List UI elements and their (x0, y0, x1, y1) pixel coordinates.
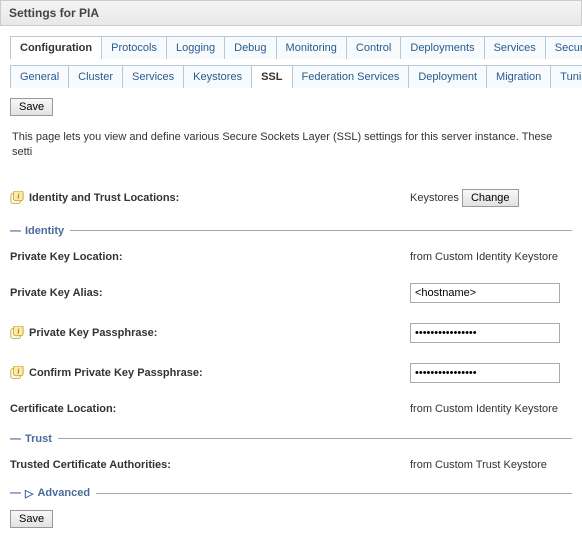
main-tab-row: ConfigurationProtocolsLoggingDebugMonito… (10, 36, 572, 59)
confirm-passphrase-label: Confirm Private Key Passphrase: (29, 367, 203, 379)
section-identity-label: Identity (25, 225, 64, 237)
tab-debug[interactable]: Debug (224, 36, 276, 59)
private-key-alias-label: Private Key Alias: (10, 287, 103, 299)
tab-monitoring[interactable]: Monitoring (276, 36, 347, 59)
subtab-tuning[interactable]: Tuning (550, 65, 582, 88)
advanced-label: Advanced (37, 487, 90, 499)
svg-text:i: i (17, 367, 19, 375)
info-icon: i (10, 366, 24, 380)
subtab-migration[interactable]: Migration (486, 65, 551, 88)
tab-logging[interactable]: Logging (166, 36, 225, 59)
private-key-passphrase-label: Private Key Passphrase: (29, 327, 157, 339)
subtab-general[interactable]: General (10, 65, 69, 88)
tab-services[interactable]: Services (484, 36, 546, 59)
private-key-alias-input[interactable] (410, 283, 560, 303)
sub-tab-row: GeneralClusterServicesKeystoresSSLFedera… (10, 65, 572, 88)
subtab-federation-services[interactable]: Federation Services (292, 65, 410, 88)
section-trust: —Trust (10, 433, 572, 445)
subtab-ssl[interactable]: SSL (251, 65, 292, 88)
change-button[interactable]: Change (462, 189, 519, 207)
tab-security[interactable]: Security (545, 36, 582, 59)
subtab-deployment[interactable]: Deployment (408, 65, 487, 88)
info-icon: i (10, 191, 24, 205)
section-trust-label: Trust (25, 433, 52, 445)
subtab-keystores[interactable]: Keystores (183, 65, 252, 88)
subtab-cluster[interactable]: Cluster (68, 65, 123, 88)
save-button-bottom[interactable]: Save (10, 510, 53, 528)
private-key-location-label: Private Key Location: (10, 251, 122, 263)
page-title: Settings for PIA (0, 0, 582, 26)
certificate-location-value: from Custom Identity Keystore (410, 403, 572, 415)
confirm-passphrase-input[interactable] (410, 363, 560, 383)
tab-configuration[interactable]: Configuration (10, 36, 102, 59)
private-key-passphrase-input[interactable] (410, 323, 560, 343)
subtab-services[interactable]: Services (122, 65, 184, 88)
tab-control[interactable]: Control (346, 36, 401, 59)
svg-text:i: i (17, 192, 19, 200)
save-button[interactable]: Save (10, 98, 53, 116)
identity-trust-value: Keystores (410, 192, 459, 204)
certificate-location-label: Certificate Location: (10, 403, 116, 415)
tab-protocols[interactable]: Protocols (101, 36, 167, 59)
svg-text:i: i (17, 327, 19, 335)
page-description: This page lets you view and define vario… (12, 130, 572, 161)
tab-deployments[interactable]: Deployments (400, 36, 484, 59)
advanced-toggle[interactable]: —▷Advanced (10, 487, 572, 500)
info-icon: i (10, 326, 24, 340)
trusted-cas-label: Trusted Certificate Authorities: (10, 459, 171, 471)
trusted-cas-value: from Custom Trust Keystore (410, 459, 572, 471)
private-key-location-value: from Custom Identity Keystore (410, 251, 572, 263)
identity-trust-label: Identity and Trust Locations: (29, 192, 179, 204)
section-identity: —Identity (10, 225, 572, 237)
expand-icon: ▷ (25, 487, 33, 500)
